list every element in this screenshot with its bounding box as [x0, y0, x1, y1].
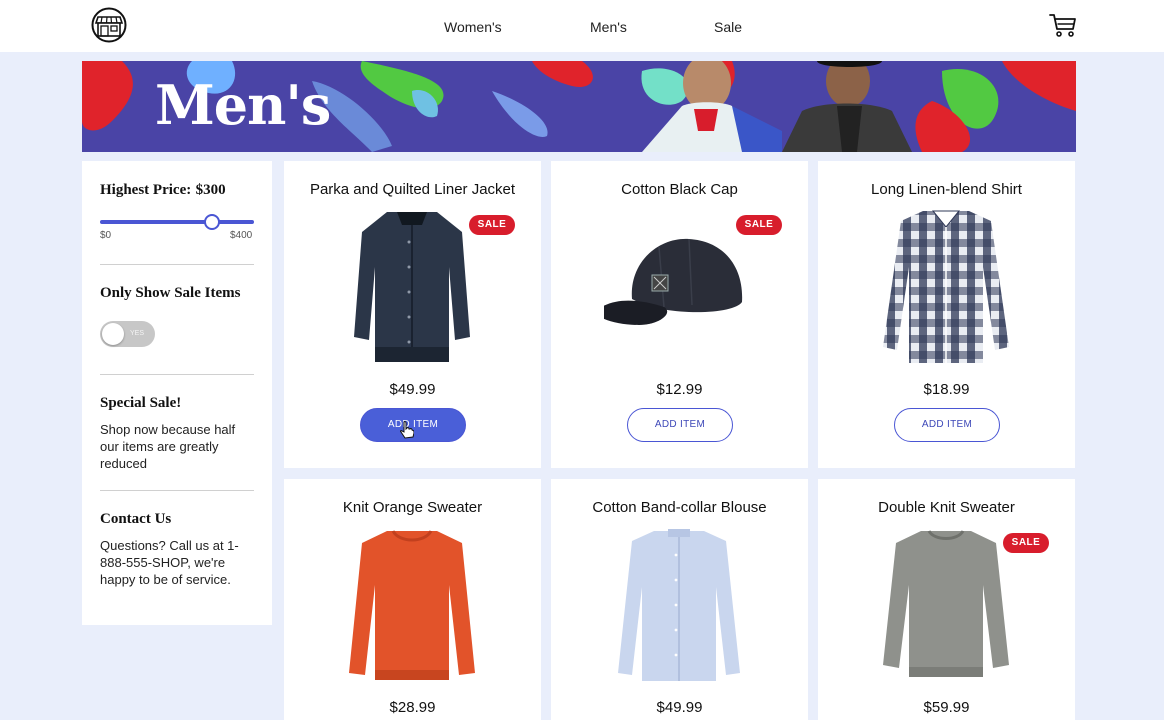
product-card: Cotton Band-collar Blouse $49.99 [551, 479, 808, 720]
product-name: Cotton Band-collar Blouse [592, 499, 767, 516]
add-item-button[interactable]: ADD ITEM [894, 408, 1000, 442]
nav-link-mens[interactable]: Men's [590, 19, 627, 35]
orange-sweater-image [349, 530, 475, 680]
divider [100, 264, 254, 265]
product-name: Knit Orange Sweater [342, 499, 483, 516]
product-card: Parka and Quilted Liner Jacket SALE $49.… [284, 161, 541, 468]
product-price: $49.99 [656, 699, 703, 716]
cap-image [604, 238, 743, 325]
nav-link-womens[interactable]: Women's [444, 19, 502, 35]
price-slider-handle[interactable] [204, 214, 220, 230]
toggle-yes-label: YES [130, 330, 145, 337]
sale-filter-heading: Only Show Sale Items [100, 285, 241, 301]
product-name: Double Knit Sweater [878, 499, 1015, 516]
product-card: Double Knit Sweater SALE $59.99 [818, 479, 1075, 720]
contact-heading: Contact Us [100, 511, 172, 527]
blouse-image [618, 529, 740, 681]
sale-badge: SALE [736, 215, 782, 235]
price-slider-max: $400 [230, 230, 253, 241]
product-name: Long Linen-blend Shirt [871, 181, 1022, 198]
divider [100, 490, 254, 491]
toggle-knob [102, 323, 124, 345]
jacket-image [354, 212, 470, 362]
nav-link-sale[interactable]: Sale [714, 19, 742, 35]
top-navbar: Women's Men's Sale [0, 0, 1164, 52]
product-card: Cotton Black Cap SALE $12.99 ADD ITEM [551, 161, 808, 468]
price-filter-heading: Highest Price: $300 [100, 181, 254, 199]
product-card: Knit Orange Sweater $28.99 [284, 479, 541, 720]
product-price: $12.99 [656, 381, 703, 398]
product-price: $28.99 [389, 699, 436, 716]
price-slider-track[interactable] [100, 220, 254, 224]
price-filter-label: Highest Price: [100, 182, 192, 198]
price-slider-min: $0 [100, 230, 112, 241]
plaid-shirt-image [883, 210, 1009, 363]
cart-icon[interactable] [1049, 12, 1077, 38]
product-price: $59.99 [923, 699, 970, 716]
add-item-button[interactable]: ADD ITEM [627, 408, 733, 442]
product-price: $18.99 [923, 381, 970, 398]
special-sale-heading: Special Sale! [100, 395, 182, 411]
hand-cursor-icon [400, 421, 414, 439]
sale-badge: SALE [1003, 533, 1049, 553]
product-price: $49.99 [389, 381, 436, 398]
sale-only-toggle[interactable]: NO YES [100, 321, 155, 347]
product-name: Cotton Black Cap [621, 181, 738, 198]
contact-text: Questions? Call us at 1-888-555-SHOP, we… [100, 538, 239, 587]
divider [100, 374, 254, 375]
category-banner: Men's [82, 61, 1076, 152]
page-title: Men's [155, 73, 331, 137]
product-name: Parka and Quilted Liner Jacket [309, 181, 516, 198]
filter-sidebar: Highest Price: $300 $0 $400 Only Show Sa… [82, 161, 272, 625]
sale-badge: SALE [469, 215, 515, 235]
grey-sweater-image [883, 530, 1009, 677]
store-logo-icon[interactable] [90, 7, 128, 43]
product-card: Long Linen-blend Shirt $18.99 ADD ITEM [818, 161, 1075, 468]
price-filter-value: $300 [195, 182, 226, 198]
special-sale-text: Shop now because half our items are grea… [100, 422, 236, 471]
